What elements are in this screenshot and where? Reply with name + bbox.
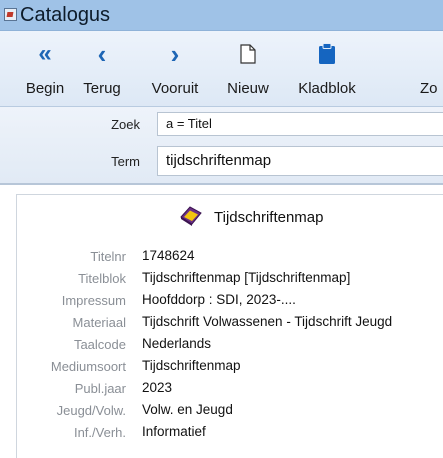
field-value: 1748624 [142, 248, 195, 263]
field-label: Materiaal [72, 315, 126, 330]
field-label: Publ.jaar [74, 381, 126, 396]
toolbar: « Begin ‹ Terug › Vooruit Nieuw Kladblok… [0, 31, 443, 107]
field-value: 2023 [142, 380, 173, 395]
right-arrow-icon: › [170, 38, 180, 69]
left-arrow-icon: ‹ [97, 38, 107, 69]
record-panel: Tijdschriftenmap Titelnr 1748624 Titelbl… [16, 194, 443, 458]
double-left-arrow-icon: « [38, 40, 52, 67]
new-label: Nieuw [227, 80, 269, 97]
clipboard-icon [290, 39, 364, 69]
field-value: Tijdschriftenmap [Tijdschriftenmap] [142, 270, 351, 285]
new-document-icon [218, 39, 278, 69]
field-value: Nederlands [142, 336, 212, 351]
clipboard-button[interactable]: Kladblok [290, 31, 364, 106]
magazine-icon [178, 203, 204, 227]
zoek-select[interactable]: a = Titel [157, 112, 443, 136]
begin-button[interactable]: « Begin [22, 31, 68, 106]
forward-button[interactable]: › Vooruit [142, 31, 208, 106]
app-icon [4, 8, 17, 21]
field-label: Mediumsoort [50, 359, 126, 374]
search-button[interactable]: Zo [420, 31, 443, 106]
field-value: Tijdschriftenmap [142, 358, 241, 373]
field-label: Taalcode [73, 337, 126, 352]
clipboard-label: Kladblok [298, 80, 356, 97]
record-title: Tijdschriftenmap [214, 209, 324, 226]
term-input[interactable]: tijdschriftenmap [157, 146, 443, 176]
begin-label: Begin [25, 80, 65, 97]
back-label: Terug [83, 80, 121, 97]
window-titlebar: Catalogus [0, 0, 443, 31]
field-value: Volw. en Jeugd [142, 402, 233, 417]
field-label: Titelnr [90, 249, 126, 264]
field-value: Informatief [142, 424, 206, 439]
forward-label: Vooruit [151, 80, 199, 97]
field-label: Jeugd/Volw. [56, 403, 126, 418]
back-button[interactable]: ‹ Terug [74, 31, 130, 106]
window-title: Catalogus [20, 4, 111, 26]
term-label: Term [111, 154, 140, 169]
field-value: Hoofddorp : SDI, 2023-.... [142, 292, 296, 307]
field-label: Inf./Verh. [73, 425, 126, 440]
search-panel: Zoek a = Titel Term tijdschriftenmap [0, 107, 443, 185]
search-label: Zo [420, 80, 438, 97]
zoek-label: Zoek [111, 117, 140, 132]
new-button[interactable]: Nieuw [218, 31, 278, 106]
field-value: Tijdschrift Volwassenen - Tijdschrift Je… [142, 314, 393, 329]
field-label: Titelblok [78, 271, 126, 286]
field-label: Impressum [61, 293, 126, 308]
